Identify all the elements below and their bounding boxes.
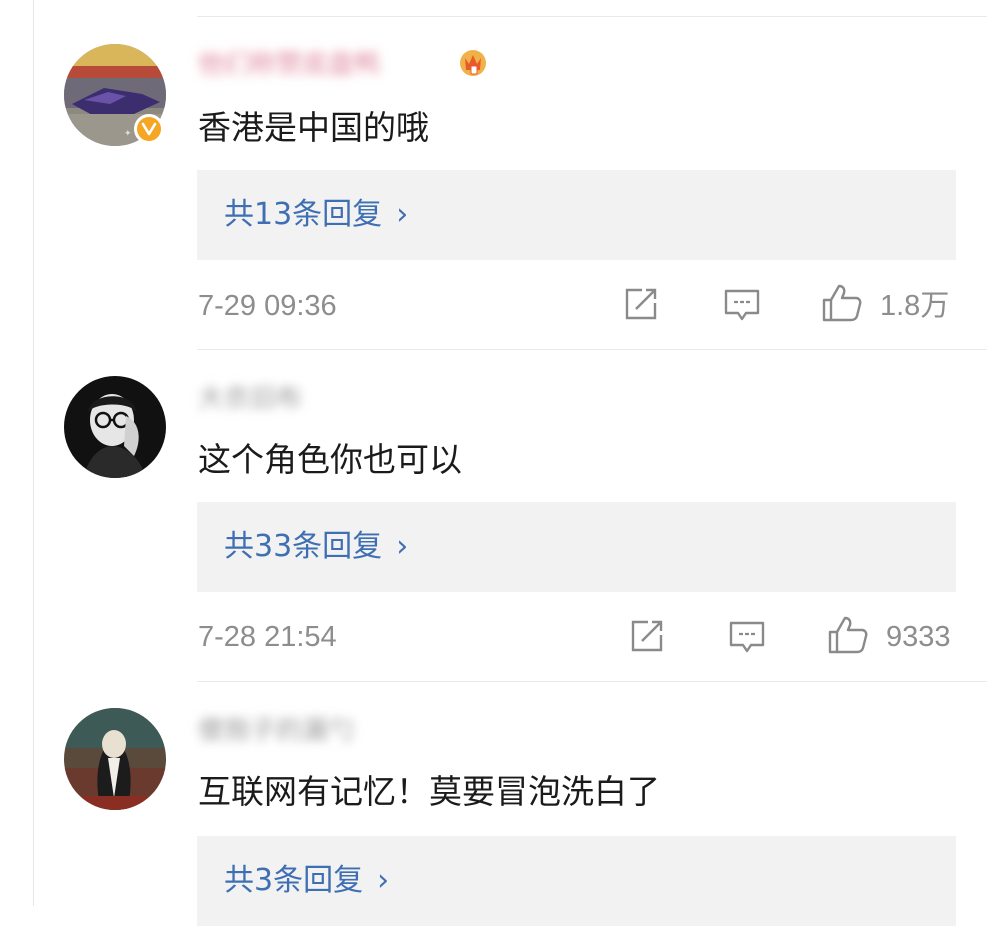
view-replies-link[interactable]: 共33条回复 › [224, 502, 408, 592]
reply-count-label: 共33条回复 [224, 529, 383, 564]
thumbs-up-icon [828, 616, 868, 654]
comment-icon[interactable] [727, 617, 767, 661]
comment-icon[interactable] [722, 285, 762, 329]
reply-count-label: 共13条回复 [224, 197, 383, 232]
avatar-image [64, 708, 166, 810]
divider [197, 681, 987, 682]
like-count: 1.8万 [880, 290, 950, 322]
chevron-right-icon: › [377, 863, 390, 898]
comment-text: 这个角色你也可以 [198, 440, 462, 479]
username[interactable]: 大衣旧布 [198, 382, 302, 416]
comment-timestamp: 7-28 21:54 [198, 621, 337, 653]
reply-count-label: 共3条回复 [224, 863, 364, 898]
svg-text:✦: ✦ [124, 129, 132, 139]
avatar[interactable] [64, 708, 166, 810]
avatar[interactable] [64, 376, 166, 478]
share-icon[interactable] [622, 285, 660, 327]
username[interactable]: 他们称赞底盘鸭 [198, 48, 380, 82]
like-button[interactable] [826, 614, 870, 660]
divider [197, 349, 987, 350]
like-count: 9333 [886, 621, 951, 653]
reply-preview-box[interactable]: 共13条回复 › [197, 170, 956, 260]
verified-v-icon [134, 114, 164, 144]
reply-preview-box[interactable]: 共3条回复 › [197, 836, 956, 926]
reply-preview-box[interactable]: 共33条回复 › [197, 502, 956, 592]
chevron-right-icon: › [396, 529, 409, 564]
comment-text: 香港是中国的哦 [198, 108, 429, 147]
left-border [33, 0, 34, 906]
username[interactable]: 傻狍子的漏勺 [198, 714, 354, 748]
chevron-right-icon: › [396, 197, 409, 232]
view-replies-link[interactable]: 共3条回复 › [224, 836, 389, 926]
crown-badge-icon [458, 46, 488, 78]
thumbs-up-icon [822, 284, 862, 322]
avatar-image [64, 376, 166, 478]
divider [197, 16, 987, 17]
share-icon[interactable] [628, 617, 666, 659]
like-button[interactable] [820, 282, 864, 328]
comment-timestamp: 7-29 09:36 [198, 290, 337, 322]
comment-text: 互联网有记忆！莫要冒泡洗白了 [198, 772, 660, 811]
view-replies-link[interactable]: 共13条回复 › [224, 170, 408, 260]
